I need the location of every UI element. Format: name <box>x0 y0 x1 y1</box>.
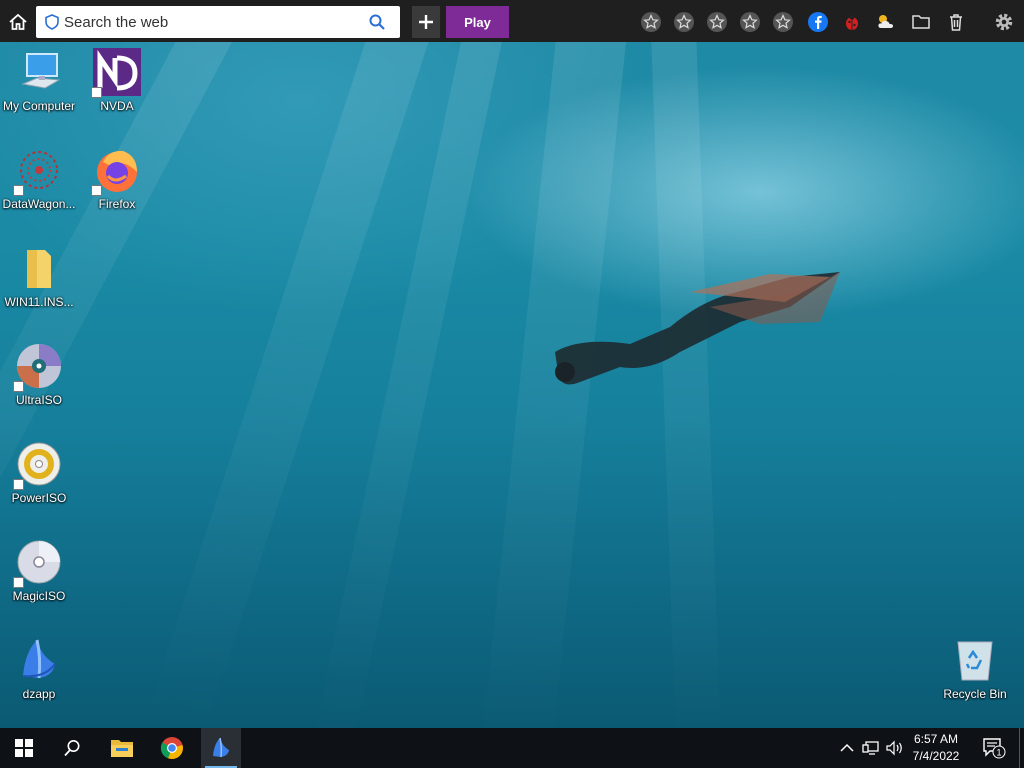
desktop-icon-label: NVDA <box>100 99 134 113</box>
shortcut-arrow-icon <box>13 479 24 490</box>
shortcut-arrow-icon <box>91 87 102 98</box>
ladybug-button[interactable] <box>840 10 864 34</box>
desktop-icon-nvda[interactable]: NVDA <box>78 48 156 113</box>
folder-icon <box>912 15 930 29</box>
star-icon <box>740 12 760 32</box>
trash-icon <box>950 14 962 31</box>
favorite-slot-1[interactable] <box>639 10 663 34</box>
shortcut-arrow-icon <box>13 185 24 196</box>
file-explorer-icon <box>111 740 133 757</box>
action-center-button[interactable]: 1 <box>974 728 1014 768</box>
desktop-icon-poweriso[interactable]: PowerISO <box>0 440 78 505</box>
favorite-slot-4[interactable] <box>738 10 762 34</box>
desktop-icon-datawagon[interactable]: DataWagon... <box>0 146 78 211</box>
start-button[interactable] <box>4 728 44 768</box>
dzapp-icon <box>213 737 229 758</box>
shortcut-arrow-icon <box>91 185 102 196</box>
search-box[interactable] <box>36 6 400 38</box>
show-hidden-icons-button[interactable] <box>836 728 858 768</box>
search-icon[interactable] <box>368 13 386 31</box>
star-icon <box>674 12 694 32</box>
desktop-icon-firefox[interactable]: Firefox <box>78 146 156 211</box>
star-icon <box>707 12 727 32</box>
home-button[interactable] <box>4 8 32 36</box>
taskbar-file-explorer[interactable] <box>102 728 142 768</box>
favorite-slot-3[interactable] <box>705 10 729 34</box>
search-icon <box>64 740 80 757</box>
shortcut-arrow-icon <box>13 577 24 588</box>
notification-icon: 1 <box>983 738 1006 759</box>
favorite-slot-2[interactable] <box>672 10 696 34</box>
folder-button[interactable] <box>909 10 933 34</box>
play-button[interactable]: Play <box>446 6 509 38</box>
desktop-icon-label: DataWagon... <box>2 197 76 211</box>
dzapp-icon <box>22 639 56 679</box>
weather-button[interactable] <box>874 10 898 34</box>
folder-icon <box>27 250 51 288</box>
chevron-up-icon <box>840 743 854 752</box>
desktop-icon-label: My Computer <box>2 99 76 113</box>
computer-icon <box>21 53 61 89</box>
desktop-icon-label: WIN11.INS... <box>4 295 74 309</box>
desktop-icon-my-computer[interactable]: My Computer <box>0 48 78 113</box>
taskbar: 6:57 AM 7/4/2022 1 <box>0 728 1024 768</box>
windows-icon <box>15 739 33 757</box>
desktop-icon-label: PowerISO <box>11 491 67 505</box>
desktop-icon-ultraiso[interactable]: UltraISO <box>0 342 78 407</box>
taskbar-dzapp[interactable] <box>201 728 241 768</box>
favorite-slot-5[interactable] <box>771 10 795 34</box>
network-button[interactable] <box>860 728 882 768</box>
taskbar-search-button[interactable] <box>52 728 92 768</box>
taskbar-chrome[interactable] <box>152 728 192 768</box>
desktop-icon-recycle-bin[interactable]: Recycle Bin <box>936 636 1014 701</box>
ladybug-icon <box>846 14 858 30</box>
notification-count: 1 <box>996 748 1001 758</box>
star-icon <box>641 12 661 32</box>
network-icon <box>862 741 879 755</box>
add-button[interactable] <box>412 6 440 38</box>
clock-date: 7/4/2022 <box>912 749 960 763</box>
shield-icon <box>45 14 59 30</box>
settings-button[interactable] <box>992 10 1016 34</box>
home-icon <box>9 13 27 30</box>
chrome-icon <box>160 737 183 760</box>
shortcut-arrow-icon <box>13 381 24 392</box>
desktop-icon-label: MagicISO <box>12 589 66 603</box>
speaker-icon <box>886 740 902 756</box>
facebook-icon <box>808 12 828 32</box>
recycle-bin-icon <box>957 641 993 681</box>
plus-icon <box>419 15 433 29</box>
desktop-icon-dzapp[interactable]: dzapp <box>0 636 78 701</box>
clock-time: 6:57 AM <box>913 732 959 746</box>
desktop-wallpaper <box>0 42 1024 728</box>
weather-icon <box>878 15 893 28</box>
facebook-button[interactable] <box>806 10 830 34</box>
gear-icon <box>995 13 1013 31</box>
desktop-icon-label: UltraISO <box>15 393 62 407</box>
clock[interactable]: 6:57 AM 7/4/2022 <box>906 731 966 765</box>
volume-button[interactable] <box>884 728 906 768</box>
desktop-icon-win11-folder[interactable]: WIN11.INS... <box>0 244 78 309</box>
desktop-icon-magiciso[interactable]: MagicISO <box>0 538 78 603</box>
show-desktop-button[interactable] <box>1019 728 1020 768</box>
search-input[interactable] <box>64 13 364 31</box>
desktop-icon-label: Firefox <box>98 197 136 211</box>
star-icon <box>773 12 793 32</box>
trash-button[interactable] <box>944 10 968 34</box>
desktop-icon-label: Recycle Bin <box>943 687 1007 701</box>
diver-image <box>555 272 840 385</box>
browser-toolbar: Play <box>0 0 1024 42</box>
desktop-icon-label: dzapp <box>22 687 56 701</box>
